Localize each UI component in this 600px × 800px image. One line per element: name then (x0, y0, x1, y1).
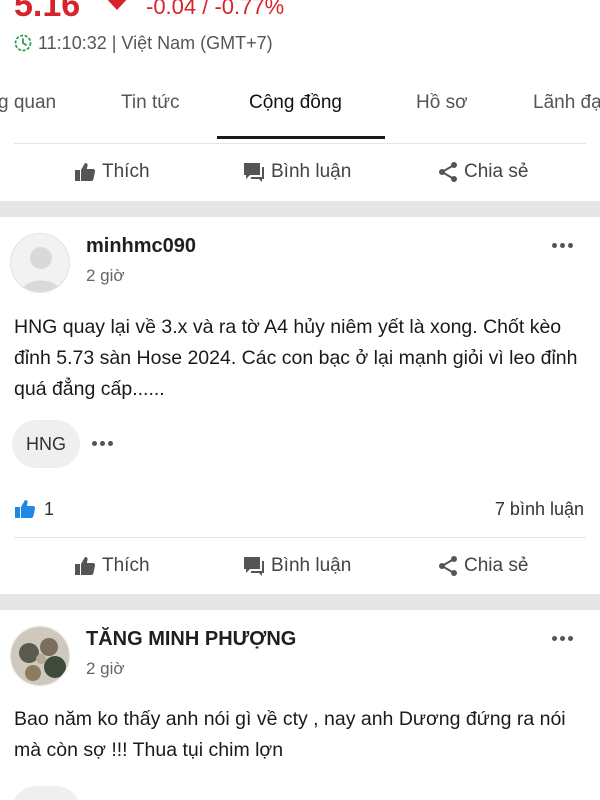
active-tab-indicator (217, 136, 385, 139)
avatar[interactable] (10, 626, 70, 686)
post-actions-bar: Thích Bình luận Chia sẻ (14, 143, 586, 201)
post-separator (0, 594, 600, 610)
tab-bar: g quan Tin tức Cộng đồng Hồ sơ Lãnh đạ (0, 72, 600, 140)
user-photo (11, 627, 69, 685)
tab-community[interactable]: Cộng đồng (249, 92, 342, 114)
stock-tag[interactable]: HNG (12, 420, 80, 468)
stock-price: 5.16 (14, 0, 81, 24)
comment-label: Bình luận (271, 161, 352, 182)
comment-count[interactable]: 7 bình luận (495, 499, 584, 520)
comment-icon (244, 163, 264, 182)
avatar-placeholder-icon (11, 234, 69, 292)
more-icon[interactable] (552, 636, 573, 641)
post-content: HNG quay lại về 3.x và ra tờ A4 hủy niêm… (14, 316, 578, 400)
price-change: -0.04 / -0.77% (146, 0, 285, 19)
like-count: 1 (44, 498, 55, 519)
blue-thumbs-up-icon[interactable] (14, 499, 36, 519)
post-separator (0, 201, 600, 217)
share-label: Chia sẻ (464, 161, 529, 182)
comment-button[interactable]: Bình luận (243, 143, 351, 201)
down-arrow-icon (104, 0, 130, 10)
stock-header: 5.16 -0.04 / -0.77% 11:10:32 | Việt Nam … (0, 0, 600, 72)
tag-more-icon[interactable] (92, 441, 113, 446)
tab-profile[interactable]: Hồ sơ (416, 92, 468, 114)
like-label: Thích (102, 161, 150, 182)
avatar[interactable] (10, 233, 70, 293)
like-button[interactable]: Thích (74, 143, 150, 201)
thumbs-up-icon (75, 557, 96, 575)
post-actions-bar: Thích Bình luận Chia sẻ (14, 537, 586, 595)
post-card: TĂNG MINH PHƯỢNG 2 giờ Bao năm ko thấy a… (0, 610, 600, 800)
tab-overview[interactable]: g quan (0, 92, 56, 114)
share-icon (439, 162, 457, 182)
comment-icon (244, 557, 264, 576)
post-time: 2 giờ (86, 266, 125, 285)
thumbs-up-icon (75, 163, 96, 181)
timestamp: 11:10:32 | Việt Nam (GMT+7) (38, 32, 273, 53)
clock-icon (14, 34, 32, 52)
post-time: 2 giờ (86, 659, 125, 678)
comment-label: Bình luận (271, 555, 352, 576)
share-icon (439, 556, 457, 576)
share-button[interactable]: Chia sẻ (438, 143, 528, 201)
comment-button[interactable]: Bình luận (243, 537, 351, 595)
tab-leadership[interactable]: Lãnh đạ (533, 92, 600, 114)
post-author[interactable]: TĂNG MINH PHƯỢNG (86, 628, 296, 651)
post-card: minhmc090 2 giờ HNG quay lại về 3.x và r… (0, 217, 600, 594)
post-author[interactable]: minhmc090 (86, 235, 196, 258)
post-content: Bao năm ko thấy anh nói gì về cty , nay … (14, 708, 566, 761)
like-button[interactable]: Thích (74, 537, 150, 595)
more-icon[interactable] (552, 243, 573, 248)
reactions-row: 1 7 bình luận (14, 494, 586, 524)
share-button[interactable]: Chia sẻ (438, 537, 528, 595)
timestamp-row: 11:10:32 | Việt Nam (GMT+7) (14, 32, 273, 54)
like-label: Thích (102, 555, 150, 576)
tab-news[interactable]: Tin tức (121, 92, 179, 114)
stock-tag-partial[interactable] (12, 786, 80, 800)
share-label: Chia sẻ (464, 555, 529, 576)
